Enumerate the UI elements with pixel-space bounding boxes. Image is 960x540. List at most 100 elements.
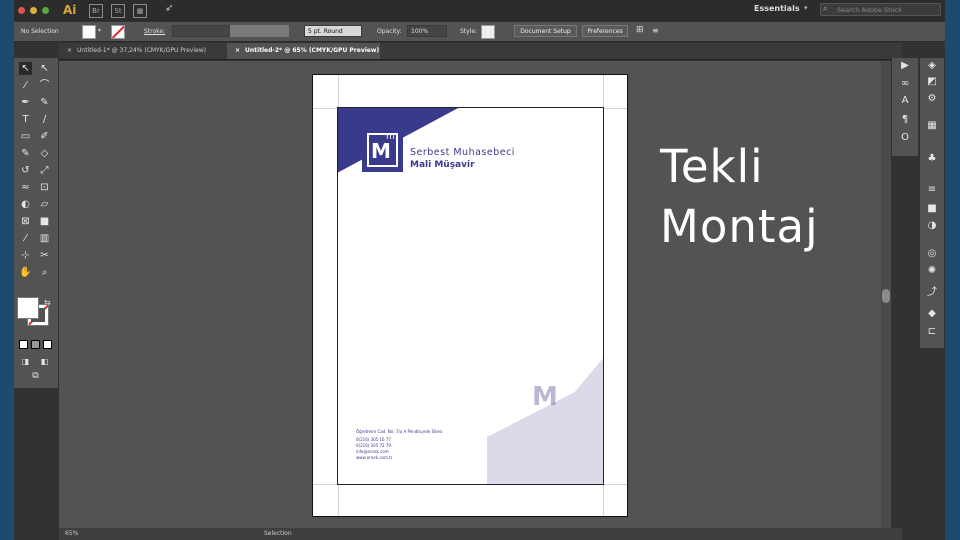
menu-icon[interactable]: ≡: [652, 26, 659, 35]
screen-mode-icon[interactable]: ⧉: [29, 370, 42, 383]
stock-icon[interactable]: St: [111, 4, 125, 18]
vertical-scroll-thumb[interactable]: [882, 289, 890, 303]
tab-untitled-1[interactable]: × Untitled-1* @ 37,24% (CMYK/GPU Preview): [59, 43, 227, 59]
illustrator-window: Ai Br St ▦ ➶ Essentials ▾ Search Adobe S…: [14, 0, 945, 540]
stroke-panel-icon[interactable]: ≡: [922, 184, 942, 195]
direct-selection-tool-icon[interactable]: ↖: [38, 62, 51, 75]
symbols-icon[interactable]: ♣: [922, 153, 942, 164]
shape-builder-tool-icon[interactable]: ◐: [19, 198, 32, 211]
gradient-mode-icon[interactable]: [31, 340, 40, 349]
curvature-tool-icon[interactable]: ✎: [38, 96, 51, 109]
type-tool-icon[interactable]: T: [19, 113, 32, 126]
magic-wand-tool-icon[interactable]: ⁄: [19, 79, 32, 92]
company-name-line1: Serbest Muhasebeci: [410, 147, 515, 158]
color-panel-icon[interactable]: ◈: [922, 60, 942, 71]
opacity-field[interactable]: 100%: [407, 25, 447, 37]
zoom-tool-icon[interactable]: ⌕: [38, 266, 51, 279]
logo-small-letter: m: [386, 132, 395, 142]
swap-colors-icon[interactable]: ⇆: [44, 298, 51, 307]
opentype-icon[interactable]: O: [895, 132, 915, 143]
fill-color-box[interactable]: [17, 297, 39, 319]
chevron-down-icon[interactable]: ▾: [804, 4, 808, 12]
contact-fax: 0(216) 305 72 79: [356, 443, 391, 448]
draw-behind-icon[interactable]: ◧: [38, 355, 51, 368]
stroke-swatch[interactable]: [111, 25, 125, 39]
maximize-window-button[interactable]: [42, 7, 49, 14]
slice-tool-icon[interactable]: ✂: [38, 249, 51, 262]
recolor-icon[interactable]: ⚙: [922, 93, 942, 104]
warp-tool-icon[interactable]: ≈: [19, 181, 32, 194]
line-tool-icon[interactable]: /: [38, 113, 51, 126]
brush-definition-field[interactable]: 5 pt. Round: [304, 25, 362, 37]
none-mode-icon[interactable]: [43, 340, 52, 349]
free-transform-tool-icon[interactable]: ⊡: [38, 181, 51, 194]
tools-panel: ↖ ↖ ⁄ ⌒ ✒ ✎ T / ▭ ✐ ✎ ◇ ↺ ⤢ ≈ ⊡ ◐ ▱ ⊠ ■ …: [14, 58, 58, 388]
align-icon[interactable]: ⊞: [636, 25, 644, 35]
close-window-button[interactable]: [18, 7, 25, 14]
stroke-label[interactable]: Stroke:: [144, 28, 165, 35]
document-setup-button[interactable]: Document Setup: [514, 25, 577, 37]
bridge-icon[interactable]: Br: [89, 4, 103, 18]
appearance-icon[interactable]: ◎: [922, 248, 942, 259]
graph-tool-icon[interactable]: ▥: [38, 232, 51, 245]
character-icon[interactable]: A: [895, 95, 915, 106]
eraser-tool-icon[interactable]: ◇: [38, 147, 51, 160]
paragraph-icon[interactable]: ¶: [895, 114, 915, 125]
links-icon[interactable]: ∞: [895, 78, 915, 89]
draw-normal-icon[interactable]: ◨: [19, 355, 32, 368]
contact-email: info@ornek.com: [356, 449, 389, 454]
contact-web: www.ornek.com.tr: [356, 455, 393, 460]
arrange-documents-icon[interactable]: ▦: [133, 4, 147, 18]
logo-initial: M: [371, 139, 391, 163]
stock-search-input[interactable]: Search Adobe Stock: [820, 3, 941, 16]
layers-icon[interactable]: ◆: [922, 308, 942, 319]
preferences-button[interactable]: Preferences: [582, 25, 628, 37]
panel-dock-right: ◈ ◩ ⚙ ▦ ♣ ≡ ■ ◑ ◎ ✺ ⤴ ◆ ⊏: [920, 58, 944, 348]
close-tab-icon[interactable]: ×: [235, 47, 240, 54]
contact-address: Öğretmen Cad. No: 7/a A Pendikçede Sites…: [356, 429, 443, 434]
graphic-styles-icon[interactable]: ✺: [922, 265, 942, 276]
search-icon: ⌕: [823, 4, 828, 13]
slide-frame-left: [0, 0, 14, 540]
play-action-icon[interactable]: ▶: [895, 60, 915, 71]
graphic-style-swatch[interactable]: [481, 25, 495, 39]
selection-tool-icon[interactable]: ↖: [19, 62, 32, 75]
color-mode-icon[interactable]: [19, 340, 28, 349]
hand-tool-icon[interactable]: ✋: [19, 266, 32, 279]
zoom-level[interactable]: 65%: [65, 528, 78, 540]
color-guide-icon[interactable]: ◩: [922, 76, 942, 87]
style-label: Style:: [460, 28, 478, 35]
status-bar: 65% Selection: [59, 528, 902, 540]
perspective-grid-tool-icon[interactable]: ▱: [38, 198, 51, 211]
app-logo: Ai: [63, 3, 77, 17]
paintbrush-tool-icon[interactable]: ✐: [38, 130, 51, 143]
rectangle-tool-icon[interactable]: ▭: [19, 130, 32, 143]
fill-swatch[interactable]: [82, 25, 96, 39]
workspace-switcher[interactable]: Essentials: [754, 4, 800, 13]
rotate-tool-icon[interactable]: ↺: [19, 164, 32, 177]
eyedropper-tool-icon[interactable]: ⁄: [19, 232, 32, 245]
contact-phone: 0(216) 305 16 77: [356, 437, 391, 442]
control-bar: No Selection ▾ Stroke: 5 pt. Round Opaci…: [14, 22, 945, 42]
swatches-icon[interactable]: ▦: [922, 120, 942, 131]
mesh-tool-icon[interactable]: ⊠: [19, 215, 32, 228]
scale-tool-icon[interactable]: ⤢: [38, 164, 51, 177]
app-bar: Ai Br St ▦ ➶ Essentials ▾ Search Adobe S…: [14, 0, 945, 21]
artboard-tool-icon[interactable]: ⊹: [19, 249, 32, 262]
panel-dock-left: ▶ ∞ A ¶ O: [892, 58, 918, 156]
transparency-icon[interactable]: ◑: [922, 220, 942, 231]
shaper-tool-icon[interactable]: ✎: [19, 147, 32, 160]
gradient-tool-icon[interactable]: ■: [38, 215, 51, 228]
asset-export-icon[interactable]: ⤴: [922, 283, 942, 298]
tab-untitled-2[interactable]: × Untitled-2* @ 65% (CMYK/GPU Preview): [227, 43, 380, 59]
chevron-down-icon[interactable]: ▾: [98, 27, 101, 34]
close-tab-icon[interactable]: ×: [67, 47, 72, 54]
minimize-window-button[interactable]: [30, 7, 37, 14]
variable-width-profile[interactable]: [230, 25, 289, 37]
gpu-performance-icon[interactable]: ➶: [165, 3, 173, 14]
gradient-panel-icon[interactable]: ■: [922, 203, 942, 214]
selection-status: No Selection: [21, 28, 59, 35]
pen-tool-icon[interactable]: ✒: [19, 96, 32, 109]
artboards-icon[interactable]: ⊏: [922, 326, 942, 337]
lasso-tool-icon[interactable]: ⌒: [38, 79, 51, 92]
